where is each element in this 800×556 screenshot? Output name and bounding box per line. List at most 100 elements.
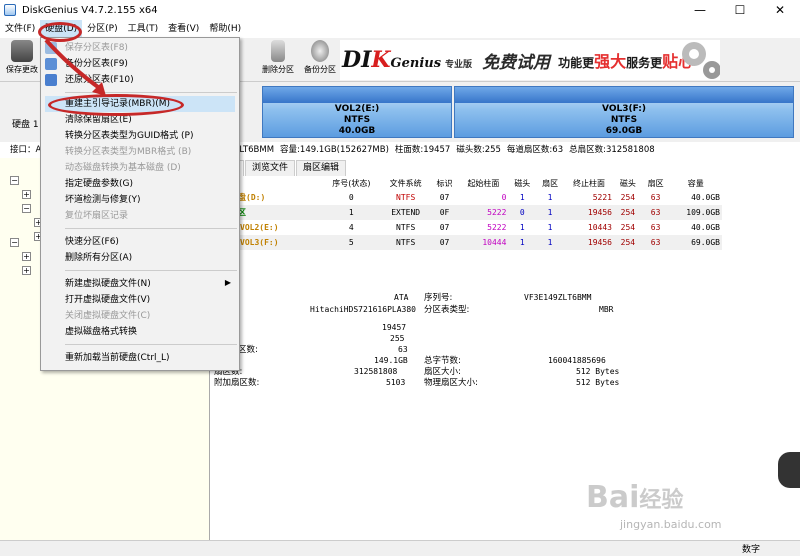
detail-ptype: 分区表类型: MBR (424, 304, 613, 315)
cell-index: 4 (348, 223, 354, 232)
expand-icon[interactable]: + (22, 251, 31, 261)
menu-specify-disk-params[interactable]: 指定硬盘参数(G) (65, 176, 133, 192)
tree-node[interactable]: − (10, 236, 22, 248)
partition-highlight (455, 87, 793, 103)
detail-serial-label: 序列号: (424, 293, 453, 303)
logo-sub: 专业版 (445, 60, 473, 70)
floating-widget[interactable] (778, 452, 800, 488)
collapse-icon[interactable]: − (22, 203, 31, 213)
cell-start-sec: 1 (547, 193, 553, 202)
save-changes-button[interactable]: 保存更改 (4, 40, 40, 75)
close-button[interactable]: ✕ (760, 0, 800, 20)
watermark-brand: 经验 (639, 488, 684, 513)
logo-text-2: K (371, 47, 391, 73)
detail-total-sec-value: 312581808 (354, 367, 398, 376)
menu-bad-sector-check[interactable]: 坏道检测与修复(Y) (65, 192, 141, 208)
detail-total-bytes-label: 总字节数: (424, 356, 461, 366)
tree-node[interactable]: + (22, 188, 34, 200)
cell-end-cyl: 5221 (592, 193, 612, 202)
cell-fs: NTFS (396, 238, 416, 247)
menu-open-virtual-disk[interactable]: 打开虚拟硬盘文件(V) (65, 292, 150, 308)
collapse-icon[interactable]: − (10, 175, 19, 185)
cell-start-cyl: 10444 (482, 238, 507, 247)
tree-node[interactable]: + (22, 264, 34, 276)
partition-highlight (263, 87, 451, 103)
cell-start-head: 0 (519, 208, 525, 217)
tab-browse[interactable]: 浏览文件 (245, 160, 296, 176)
menu-reset-bad-sectors[interactable]: 复位坏扇区记录 (65, 208, 128, 224)
menu-reload-disk[interactable]: 重新加载当前硬盘(Ctrl_L) (65, 350, 170, 366)
cell-start-cyl: 5222 (487, 223, 507, 232)
menu-quick-partition[interactable]: 快速分区(F6) (65, 234, 119, 250)
delete-partition-button[interactable]: 删除分区 (256, 40, 300, 75)
partition-block-vol2[interactable]: VOL2(E:) NTFS 40.0GB (262, 86, 452, 138)
cell-start-cyl: 0 (501, 193, 507, 202)
menu-view[interactable]: 查看(V) (163, 20, 204, 38)
minimize-button[interactable]: — (680, 0, 720, 20)
detail-phys: 物理扇区大小: 512 Bytes (424, 377, 619, 388)
menu-dynamic-to-basic[interactable]: 动态磁盘转换为基本磁盘 (D) (65, 160, 181, 176)
detail-sec-size-value: 512 Bytes (576, 367, 620, 376)
menu-tools[interactable]: 工具(T) (123, 20, 164, 38)
detail-spt: 区数: 63 (238, 344, 408, 355)
table-row[interactable]: VOL3(F:) 5 NTFS 07 10444 1 1 19456 254 6… (212, 235, 722, 250)
cell-end-sec: 63 (650, 223, 661, 232)
maximize-button[interactable]: ☐ (720, 0, 760, 20)
detail-spt-label: 区数: (238, 345, 258, 355)
table-row[interactable]: VOL2(E:) 4 NTFS 07 5222 1 1 10443 254 63… (212, 220, 722, 235)
watermark-main: Bai (586, 480, 640, 515)
menu-close-virtual-disk[interactable]: 关闭虚拟硬盘文件(C) (65, 308, 150, 324)
status-mode: 数字 (741, 545, 760, 555)
expand-icon[interactable]: + (22, 265, 31, 275)
partition-block-vol3[interactable]: VOL3(F:) NTFS 69.0GB (454, 86, 794, 138)
disk-heads: 磁头数:255 (456, 145, 501, 155)
partition-fs: NTFS (343, 115, 371, 125)
collapse-icon[interactable]: − (10, 237, 19, 247)
menu-separator (65, 344, 237, 345)
cell-start-sec: 1 (547, 223, 553, 232)
cell-fs: NTFS (396, 223, 416, 232)
cell-start-head: 1 (519, 193, 525, 202)
menu-convert-virtual-disk[interactable]: 虚拟磁盘格式转换 (65, 324, 137, 340)
delete-partition-label: 删除分区 (262, 65, 294, 74)
tree-node[interactable]: − (10, 174, 22, 186)
detail-extra-value: 5103 (386, 378, 406, 387)
disc-icon (311, 40, 329, 62)
tree-node[interactable]: − (22, 202, 34, 214)
interface-label: 接口：A (10, 145, 42, 155)
partition-name: VOL3(F:) (602, 104, 646, 114)
ad-banner[interactable]: DIKGenius 专业版 免费试用 功能更强大服务更贴心 (340, 40, 720, 80)
menu-delete-all-partitions[interactable]: 删除所有分区(A) (65, 250, 132, 266)
detail-cap-value: 149.1GB (374, 356, 408, 365)
cell-start-sec: 1 (547, 208, 553, 217)
logo-text-3: Genius (390, 56, 442, 71)
detail-sec-size-label: 扇区大小: (424, 367, 461, 377)
menu-convert-mbr[interactable]: 转换分区表类型为MBR格式 (B) (65, 144, 191, 160)
partition-size: 40.0GB (338, 126, 376, 136)
expand-icon[interactable]: + (22, 189, 31, 199)
cell-end-cyl: 19456 (587, 208, 612, 217)
annotation-arrow-icon (44, 38, 106, 96)
col-end-head: 磁头 (619, 178, 636, 188)
trash-icon (271, 40, 285, 62)
menu-convert-guid[interactable]: 转换分区表类型为GUID格式 (P) (65, 128, 193, 144)
detail-heads-value: 255 (390, 334, 405, 343)
cell-fs: NTFS (396, 193, 416, 202)
table-row[interactable]: 本地磁盘(D:) 0 NTFS 07 0 1 1 5221 254 63 40.… (212, 190, 722, 205)
cell-index: 0 (348, 193, 354, 202)
backup-partition-button[interactable]: 备份分区 (298, 40, 342, 75)
table-row[interactable]: 扩展分区 1 EXTEND 0F 5222 0 1 19456 254 63 1… (212, 205, 722, 220)
menu-help[interactable]: 帮助(H) (204, 20, 246, 38)
detail-type-value: ATA (394, 293, 409, 302)
detail-ptype-value: MBR (599, 305, 614, 314)
cell-index: 5 (348, 238, 354, 247)
cell-id: 0F (439, 208, 450, 217)
detail-total-bytes-value: 160041885696 (548, 356, 606, 365)
save-changes-label: 保存更改 (6, 65, 38, 74)
menu-file[interactable]: 文件(F) (0, 20, 40, 38)
tree-node[interactable]: + (22, 250, 34, 262)
cell-id: 07 (439, 193, 450, 202)
tab-sector[interactable]: 扇区编辑 (296, 160, 347, 176)
menu-new-virtual-disk[interactable]: 新建虚拟硬盘文件(N) (65, 276, 151, 292)
slogan: 免费试用 (482, 52, 551, 73)
